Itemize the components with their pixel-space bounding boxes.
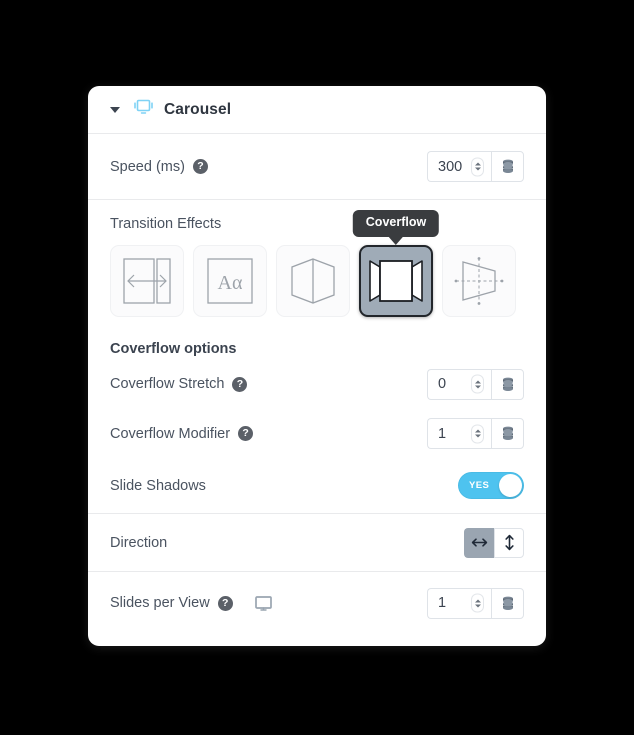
database-icon — [502, 596, 513, 610]
slide-shadows-label-text: Slide Shadows — [110, 477, 206, 494]
arrows-vertical-icon — [504, 534, 514, 551]
desktop-icon[interactable] — [254, 595, 272, 611]
flip-effect-icon — [454, 257, 504, 305]
slides-per-view-label-text: Slides per View — [110, 595, 210, 611]
speed-input[interactable] — [438, 158, 470, 175]
caret-down-icon[interactable] — [110, 106, 120, 113]
coverflow-modifier-input-wrap[interactable] — [427, 418, 491, 449]
row-slide-shadows: Slide Shadows YES — [88, 458, 546, 514]
carousel-icon — [134, 99, 153, 120]
database-icon — [502, 377, 513, 391]
direction-option-horizontal[interactable] — [464, 527, 494, 558]
database-button[interactable] — [491, 418, 524, 449]
stepper-down-icon[interactable] — [474, 434, 481, 438]
database-icon — [502, 426, 513, 440]
row-direction: Direction — [88, 514, 546, 572]
effect-option-slide[interactable] — [110, 245, 184, 317]
help-icon[interactable]: ? — [192, 159, 208, 174]
coverflow-stretch-input-group — [427, 368, 524, 400]
database-button[interactable] — [491, 368, 524, 400]
database-button[interactable] — [491, 587, 524, 619]
row-coverflow-modifier: Coverflow Modifier ? — [88, 409, 546, 458]
row-speed: Speed (ms) ? — [88, 134, 546, 200]
stepper-down-icon[interactable] — [474, 604, 481, 607]
quantity-stepper[interactable] — [471, 157, 484, 176]
transition-effects-list: Aα Coverflow — [110, 210, 524, 317]
direction-segmented-control — [464, 527, 524, 558]
speed-input-wrap[interactable] — [427, 151, 491, 182]
row-label-direction: Direction — [110, 535, 167, 551]
transition-effects-section: Transition Effects Aα Coverflow — [88, 200, 546, 327]
svg-text:Aα: Aα — [218, 272, 243, 294]
row-coverflow-stretch: Coverflow Stretch ? — [88, 359, 546, 409]
effect-option-flip[interactable] — [442, 245, 516, 317]
help-icon[interactable]: ? — [232, 376, 248, 392]
stepper-down-icon[interactable] — [474, 167, 481, 171]
slide-effect-icon — [123, 258, 171, 304]
row-label-slides-per-view: Slides per View ? — [110, 595, 272, 611]
coverflow-stretch-input[interactable] — [438, 376, 470, 392]
page-title: Carousel — [164, 100, 232, 118]
help-icon[interactable]: ? — [217, 595, 233, 611]
quantity-stepper[interactable] — [471, 593, 484, 613]
effect-option-coverflow[interactable]: Coverflow — [352, 210, 440, 317]
stepper-up-icon[interactable] — [474, 380, 481, 383]
stepper-down-icon[interactable] — [474, 385, 481, 388]
database-button[interactable] — [491, 151, 524, 182]
direction-label-text: Direction — [110, 534, 168, 551]
stepper-up-icon[interactable] — [474, 599, 481, 602]
arrows-horizontal-icon — [471, 538, 488, 547]
effect-option-fade[interactable]: Aα — [193, 245, 267, 317]
tooltip-coverflow: Coverflow — [352, 210, 440, 245]
row-label-coverflow-modifier: Coverflow Modifier ? — [110, 425, 254, 442]
stepper-up-icon[interactable] — [474, 429, 481, 433]
toggle-state-label: YES — [469, 480, 490, 491]
transition-effects-label: Transition Effects — [110, 216, 222, 232]
slides-per-view-input-group — [427, 587, 524, 619]
cube-effect-icon — [291, 258, 335, 304]
carousel-settings-panel: Carousel Speed (ms) ? 300 Transition Eff… — [88, 86, 546, 646]
row-label-speed: Speed (ms) ? — [110, 159, 208, 175]
row-label-slide-shadows: Slide Shadows — [110, 478, 206, 494]
coverflow-stretch-label-text: Coverflow Stretch — [110, 376, 225, 392]
coverflow-modifier-label-text: Coverflow Modifier — [110, 425, 231, 442]
coverflow-options-heading: Coverflow options — [110, 341, 237, 357]
slide-shadows-toggle[interactable]: YES — [458, 472, 524, 499]
coverflow-effect-icon — [369, 260, 423, 302]
coverflow-modifier-input-group — [427, 418, 524, 449]
toggle-knob[interactable] — [499, 474, 522, 497]
effect-option-cube[interactable] — [276, 245, 350, 317]
fade-effect-icon: Aα — [207, 258, 253, 304]
slides-per-view-input-wrap[interactable] — [427, 587, 491, 619]
database-icon — [502, 159, 513, 173]
panel-header[interactable]: Carousel — [88, 86, 546, 134]
speed-input-group — [427, 151, 524, 182]
row-label-coverflow-stretch: Coverflow Stretch ? — [110, 376, 248, 392]
coverflow-modifier-input[interactable] — [438, 425, 470, 442]
slides-per-view-input[interactable] — [438, 595, 470, 611]
direction-option-vertical[interactable] — [494, 527, 524, 558]
quantity-stepper[interactable] — [471, 374, 484, 394]
stepper-up-icon[interactable] — [474, 162, 481, 166]
quantity-stepper[interactable] — [471, 424, 484, 443]
row-slides-per-view: Slides per View ? — [88, 572, 546, 634]
coverflow-stretch-input-wrap[interactable] — [427, 368, 491, 400]
help-icon[interactable]: ? — [238, 426, 254, 441]
speed-label-text: Speed (ms) — [110, 158, 185, 175]
